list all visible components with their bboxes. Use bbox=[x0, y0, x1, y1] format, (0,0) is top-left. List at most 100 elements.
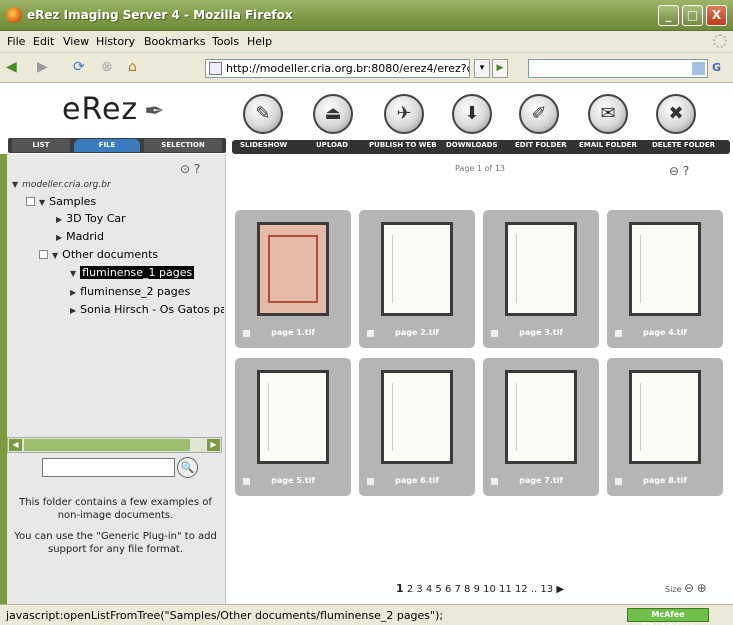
tile-label: page 4.tif bbox=[643, 328, 687, 337]
sidebar-scrollbar[interactable]: ◀ ▶ bbox=[7, 437, 222, 453]
thumbnail-tile[interactable]: page 1.tif bbox=[235, 210, 351, 348]
downloads-icon[interactable]: ⬇ bbox=[452, 94, 492, 134]
tile-label: page 7.tif bbox=[519, 476, 563, 485]
forward-icon[interactable]: ▶ bbox=[37, 59, 48, 75]
page-icon bbox=[209, 62, 222, 75]
search-dropdown-icon[interactable] bbox=[692, 62, 705, 75]
thumbnail-tile[interactable]: page 6.tif bbox=[359, 358, 475, 496]
menu-file[interactable]: File bbox=[7, 35, 25, 48]
sidebar-search-input[interactable] bbox=[42, 458, 175, 477]
thumbnail-image[interactable] bbox=[381, 222, 453, 316]
home-icon[interactable]: ⌂ bbox=[128, 59, 137, 75]
slideshow-button[interactable]: SLIDESHOW bbox=[240, 141, 287, 149]
thumbnail-image[interactable] bbox=[381, 370, 453, 464]
navigation-toolbar: ◀ ▶ ⟳ ⊗ ⌂ http://modeller.cria.org.br:80… bbox=[0, 53, 733, 83]
zoom-out-icon[interactable]: ⊖ bbox=[684, 581, 694, 595]
main-controls: ⊖ ? bbox=[669, 164, 689, 178]
pager-pages[interactable]: 2 3 4 5 6 7 8 9 10 11 12 .. 13 bbox=[407, 584, 553, 595]
thumbnail-image[interactable] bbox=[629, 222, 701, 316]
size-control: Size ⊖ ⊕ bbox=[665, 581, 707, 595]
tree-item-fluminense-2[interactable]: ▶ fluminense_2 pages bbox=[70, 285, 190, 298]
publish-icon[interactable]: ✈ bbox=[384, 94, 424, 134]
thumbnail-image[interactable] bbox=[505, 222, 577, 316]
minimize-button[interactable]: _ bbox=[658, 5, 679, 26]
pagination: 1 2 3 4 5 6 7 8 9 10 11 12 .. 13 ▶ bbox=[227, 582, 733, 595]
throbber-icon bbox=[713, 34, 727, 48]
size-label: Size bbox=[665, 585, 682, 594]
thumbnail-image[interactable] bbox=[629, 370, 701, 464]
status-bar: javascript:openListFromTree("Samples/Oth… bbox=[0, 604, 733, 625]
reload-icon[interactable]: ⟳ bbox=[73, 59, 85, 75]
thumbnail-tile[interactable]: page 8.tif bbox=[607, 358, 723, 496]
thumbnail-tile[interactable]: page 7.tif bbox=[483, 358, 599, 496]
collapse-icon[interactable]: ⊙ bbox=[180, 162, 190, 176]
menu-bar: File Edit View History Bookmarks Tools H… bbox=[0, 31, 733, 53]
edit-folder-icon[interactable]: ✐ bbox=[519, 94, 559, 134]
tree-item-other-documents[interactable]: ▼ Other documents bbox=[39, 248, 158, 261]
window-left-edge bbox=[0, 154, 7, 604]
menu-view[interactable]: View bbox=[63, 35, 89, 48]
help-icon[interactable]: ? bbox=[194, 162, 200, 176]
tile-label: page 3.tif bbox=[519, 328, 563, 337]
url-dropdown-button[interactable]: ▾ bbox=[474, 59, 490, 78]
menu-tools[interactable]: Tools bbox=[212, 35, 239, 48]
menu-help[interactable]: Help bbox=[247, 35, 272, 48]
tab-selection[interactable]: SELECTION bbox=[144, 139, 222, 152]
search-engine-icon[interactable]: G bbox=[712, 61, 721, 74]
search-icon[interactable]: 🔍 bbox=[177, 457, 198, 478]
scroll-thumb[interactable] bbox=[24, 439, 190, 451]
thumbnail-tile[interactable]: page 5.tif bbox=[235, 358, 351, 496]
pager-current-page[interactable]: 1 bbox=[396, 582, 404, 595]
tile-label: page 6.tif bbox=[395, 476, 439, 485]
email-folder-button[interactable]: EMAIL FOLDER bbox=[579, 141, 637, 149]
back-icon[interactable]: ◀ bbox=[6, 59, 17, 75]
side-tabs: LIST FILE SELECTION bbox=[8, 138, 226, 153]
maximize-button[interactable]: □ bbox=[682, 5, 703, 26]
stop-icon[interactable]: ⊗ bbox=[101, 59, 113, 75]
tile-label: page 1.tif bbox=[271, 328, 315, 337]
zoom-in-icon[interactable]: ⊕ bbox=[697, 581, 707, 595]
tree-server[interactable]: ▼ modeller.cria.org.br bbox=[12, 180, 111, 190]
tile-label: page 5.tif bbox=[271, 476, 315, 485]
sidebar-controls: ⊙ ? bbox=[180, 162, 200, 176]
thumbnail-tile[interactable]: page 3.tif bbox=[483, 210, 599, 348]
downloads-button[interactable]: DOWNLOADS bbox=[446, 141, 498, 149]
edit-folder-button[interactable]: EDIT FOLDER bbox=[515, 141, 567, 149]
page-indicator: Page 1 of 13 bbox=[455, 164, 505, 173]
upload-icon[interactable]: ⏏ bbox=[313, 94, 353, 134]
tree-item-madrid[interactable]: ▶ Madrid bbox=[56, 230, 104, 243]
scroll-left-icon[interactable]: ◀ bbox=[9, 439, 22, 451]
thumbnail-image[interactable] bbox=[505, 370, 577, 464]
menu-edit[interactable]: Edit bbox=[33, 35, 54, 48]
mcafee-badge[interactable]: McAfee SiteAdvisor bbox=[627, 608, 709, 625]
url-text: http://modeller.cria.org.br:8080/erez4/e… bbox=[226, 62, 470, 75]
delete-folder-icon[interactable]: ✖ bbox=[656, 94, 696, 134]
tab-list[interactable]: LIST bbox=[12, 139, 70, 152]
main-help-icon[interactable]: ? bbox=[683, 164, 689, 178]
back-page-icon[interactable]: ⊖ bbox=[669, 164, 679, 178]
delete-folder-button[interactable]: DELETE FOLDER bbox=[652, 141, 715, 149]
tab-file[interactable]: FILE bbox=[74, 139, 140, 152]
tree-item-3d-toy-car[interactable]: ▶ 3D Toy Car bbox=[56, 212, 126, 225]
email-folder-icon[interactable]: ✉ bbox=[588, 94, 628, 134]
feather-icon: ✒ bbox=[144, 97, 166, 125]
tree-item-samples[interactable]: ▼ Samples bbox=[26, 195, 96, 208]
thumbnail-tile[interactable]: page 2.tif bbox=[359, 210, 475, 348]
thumbnail-tile[interactable]: page 4.tif bbox=[607, 210, 723, 348]
thumbnail-image[interactable] bbox=[257, 222, 329, 316]
tree-item-fluminense-1[interactable]: ▼ fluminense_1 pages bbox=[70, 266, 195, 279]
slideshow-icon[interactable]: ✎ bbox=[243, 94, 283, 134]
menu-history[interactable]: History bbox=[96, 35, 135, 48]
close-button[interactable]: X bbox=[706, 5, 727, 26]
go-button[interactable]: ▶ bbox=[492, 59, 508, 78]
search-input[interactable] bbox=[528, 59, 708, 78]
url-input[interactable]: http://modeller.cria.org.br:8080/erez4/e… bbox=[205, 59, 470, 78]
publish-to-web-button[interactable]: PUBLISH TO WEB bbox=[369, 141, 437, 149]
scroll-right-icon[interactable]: ▶ bbox=[207, 439, 220, 451]
thumbnail-image[interactable] bbox=[257, 370, 329, 464]
window-title: eRez Imaging Server 4 - Mozilla Firefox bbox=[27, 8, 293, 22]
menu-bookmarks[interactable]: Bookmarks bbox=[144, 35, 205, 48]
next-page-icon[interactable]: ▶ bbox=[556, 584, 564, 595]
tree-item-sonia-hirsch[interactable]: ▶ Sonia Hirsch - Os Gatos pag bbox=[70, 303, 224, 316]
upload-button[interactable]: UPLOAD bbox=[316, 141, 348, 149]
